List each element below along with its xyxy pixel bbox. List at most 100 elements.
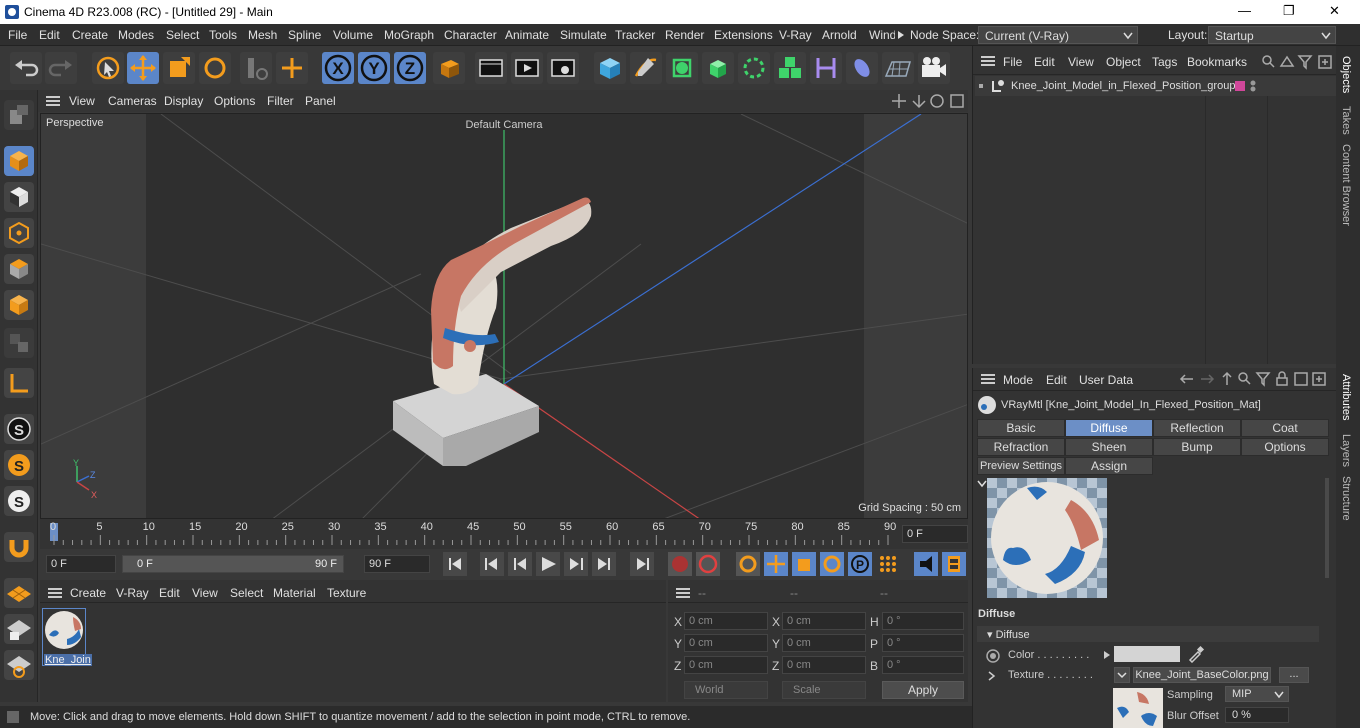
transform-tool-icon[interactable] <box>276 52 308 84</box>
floor-object-icon[interactable] <box>882 52 914 84</box>
uv-mode-icon[interactable] <box>4 328 34 358</box>
coordinate-system-icon[interactable] <box>433 52 465 84</box>
viewport-camera-label[interactable]: Default Camera <box>465 119 543 131</box>
viewport-menu-cameras[interactable]: Cameras <box>108 94 157 108</box>
viewport-navigation-icons[interactable] <box>891 93 965 109</box>
apply-button[interactable]: Apply <box>882 681 964 699</box>
attributes-scrollbar[interactable] <box>1325 478 1329 578</box>
redo-button[interactable] <box>45 52 77 84</box>
layout-dropdown[interactable]: Startup <box>1208 26 1336 44</box>
locked-workplane-icon[interactable] <box>4 614 34 644</box>
perspective-viewport[interactable]: Default Camera Y Z X Perspective Grid Sp… <box>40 113 968 519</box>
objects-menu-tags[interactable]: Tags <box>1152 55 1177 69</box>
render-to-picture-viewer-icon[interactable] <box>511 52 543 84</box>
planar-workplane-icon[interactable] <box>4 650 34 680</box>
menu-mograph[interactable]: MoGraph <box>384 28 434 42</box>
close-button[interactable]: ✕ <box>1329 3 1340 19</box>
mograph-cubes-icon[interactable] <box>774 52 806 84</box>
rotation-p-field[interactable]: 0 ° <box>882 634 964 652</box>
objects-menu-object[interactable]: Object <box>1106 55 1141 69</box>
diffuse-group-header[interactable]: ▾ Diffuse <box>977 626 1319 642</box>
attributes-hamburger-icon[interactable] <box>981 374 995 384</box>
viewport-hamburger-icon[interactable] <box>46 96 60 106</box>
menu-simulate[interactable]: Simulate <box>560 28 607 42</box>
menu-file[interactable]: File <box>8 28 27 42</box>
rotate-tool-icon[interactable] <box>199 52 231 84</box>
material-hamburger-icon[interactable] <box>48 588 62 598</box>
axis-mode-icon[interactable] <box>4 368 34 398</box>
tab-options[interactable]: Options <box>1241 438 1329 456</box>
material-menu-view[interactable]: View <box>192 586 218 600</box>
tab-coat[interactable]: Coat <box>1241 419 1329 437</box>
workplane-icon[interactable] <box>4 578 34 608</box>
material-menu-create[interactable]: Create <box>70 586 106 600</box>
current-frame-field[interactable]: 0 F <box>902 525 968 543</box>
position-y-field[interactable]: 0 cm <box>684 634 768 652</box>
scale-tool-icon[interactable] <box>163 52 195 84</box>
viewport-menu-filter[interactable]: Filter <box>267 94 294 108</box>
undo-button[interactable] <box>10 52 42 84</box>
texture-browse-button[interactable]: ... <box>1279 667 1309 683</box>
material-thumbnail[interactable]: Kne_Join <box>42 608 92 666</box>
scale-dropdown[interactable]: Scale <box>782 681 866 699</box>
snap-icon[interactable]: S <box>4 414 34 444</box>
texture-menu-button[interactable] <box>1114 667 1130 683</box>
objects-menu-file[interactable]: File <box>1003 55 1022 69</box>
side-tab-attributes[interactable]: Attributes <box>1340 374 1352 420</box>
cube-primitive-icon[interactable] <box>594 52 626 84</box>
render-settings-icon[interactable] <box>547 52 579 84</box>
menu-window[interactable]: Wind <box>869 28 895 42</box>
objects-menu-bookmarks[interactable]: Bookmarks <box>1187 55 1257 69</box>
sampling-dropdown[interactable]: MIP <box>1225 686 1289 702</box>
viewport-menu-display[interactable]: Display <box>164 94 203 108</box>
pen-spline-icon[interactable] <box>630 52 662 84</box>
texture-file-button[interactable]: Knee_Joint_BaseColor.png <box>1133 667 1271 683</box>
material-tag-icon[interactable] <box>1235 81 1245 91</box>
viewport-menu-options[interactable]: Options <box>214 94 255 108</box>
menu-render[interactable]: Render <box>665 28 704 42</box>
viewport-menu-view[interactable]: View <box>69 94 95 108</box>
transport-buttons[interactable]: P <box>440 551 980 577</box>
points-mode-icon[interactable] <box>4 218 34 248</box>
end-frame-field[interactable]: 90 F <box>364 555 430 573</box>
menu-extensions[interactable]: Extensions <box>714 28 773 42</box>
menu-tools[interactable]: Tools <box>209 28 237 42</box>
tab-reflection[interactable]: Reflection <box>1153 419 1241 437</box>
edges-mode-icon[interactable] <box>4 254 34 284</box>
frame-range-slider[interactable]: 0 F 90 F <box>122 555 344 573</box>
menu-vray[interactable]: V-Ray <box>779 28 812 42</box>
blur-offset-field[interactable]: 0 % <box>1225 707 1289 723</box>
menu-overflow-arrow-icon[interactable] <box>897 30 905 40</box>
field-object-icon[interactable] <box>846 52 878 84</box>
side-tab-objects[interactable]: Objects <box>1340 56 1352 93</box>
attributes-menu-user-data[interactable]: User Data <box>1079 373 1133 387</box>
objects-hamburger-icon[interactable] <box>981 56 995 66</box>
color-swatch[interactable] <box>1114 646 1180 662</box>
menu-create[interactable]: Create <box>72 28 108 42</box>
tab-preview-settings[interactable]: Preview Settings <box>977 457 1065 475</box>
color-expand-arrow-icon[interactable] <box>1103 650 1111 660</box>
make-editable-icon[interactable] <box>4 100 34 130</box>
menu-character[interactable]: Character <box>444 28 497 42</box>
material-menu-vray[interactable]: V-Ray <box>116 586 149 600</box>
x-axis-lock-icon[interactable]: X <box>322 52 354 84</box>
side-tab-layers[interactable]: Layers <box>1340 434 1352 467</box>
start-frame-field[interactable]: 0 F <box>46 555 116 573</box>
extrude-generator-icon[interactable] <box>702 52 734 84</box>
rotation-h-field[interactable]: 0 ° <box>882 612 964 630</box>
minimize-button[interactable]: — <box>1238 3 1251 18</box>
object-name[interactable]: Knee_Joint_Model_in_Flexed_Position_grou… <box>1011 80 1235 92</box>
texture-expand-arrow-icon[interactable] <box>988 671 996 681</box>
objects-toolbar-icons[interactable] <box>1261 54 1335 70</box>
magnet-icon[interactable] <box>4 532 34 562</box>
menu-edit[interactable]: Edit <box>39 28 60 42</box>
tab-refraction[interactable]: Refraction <box>977 438 1065 456</box>
menu-arnold[interactable]: Arnold <box>822 28 857 42</box>
z-axis-lock-icon[interactable]: Z <box>394 52 426 84</box>
menu-tracker[interactable]: Tracker <box>615 28 655 42</box>
menu-animate[interactable]: Animate <box>505 28 549 42</box>
objects-menu-view[interactable]: View <box>1068 55 1094 69</box>
material-menu-edit[interactable]: Edit <box>159 586 180 600</box>
color-keyframe-icon[interactable] <box>985 648 1001 664</box>
tab-sheen[interactable]: Sheen <box>1065 438 1153 456</box>
